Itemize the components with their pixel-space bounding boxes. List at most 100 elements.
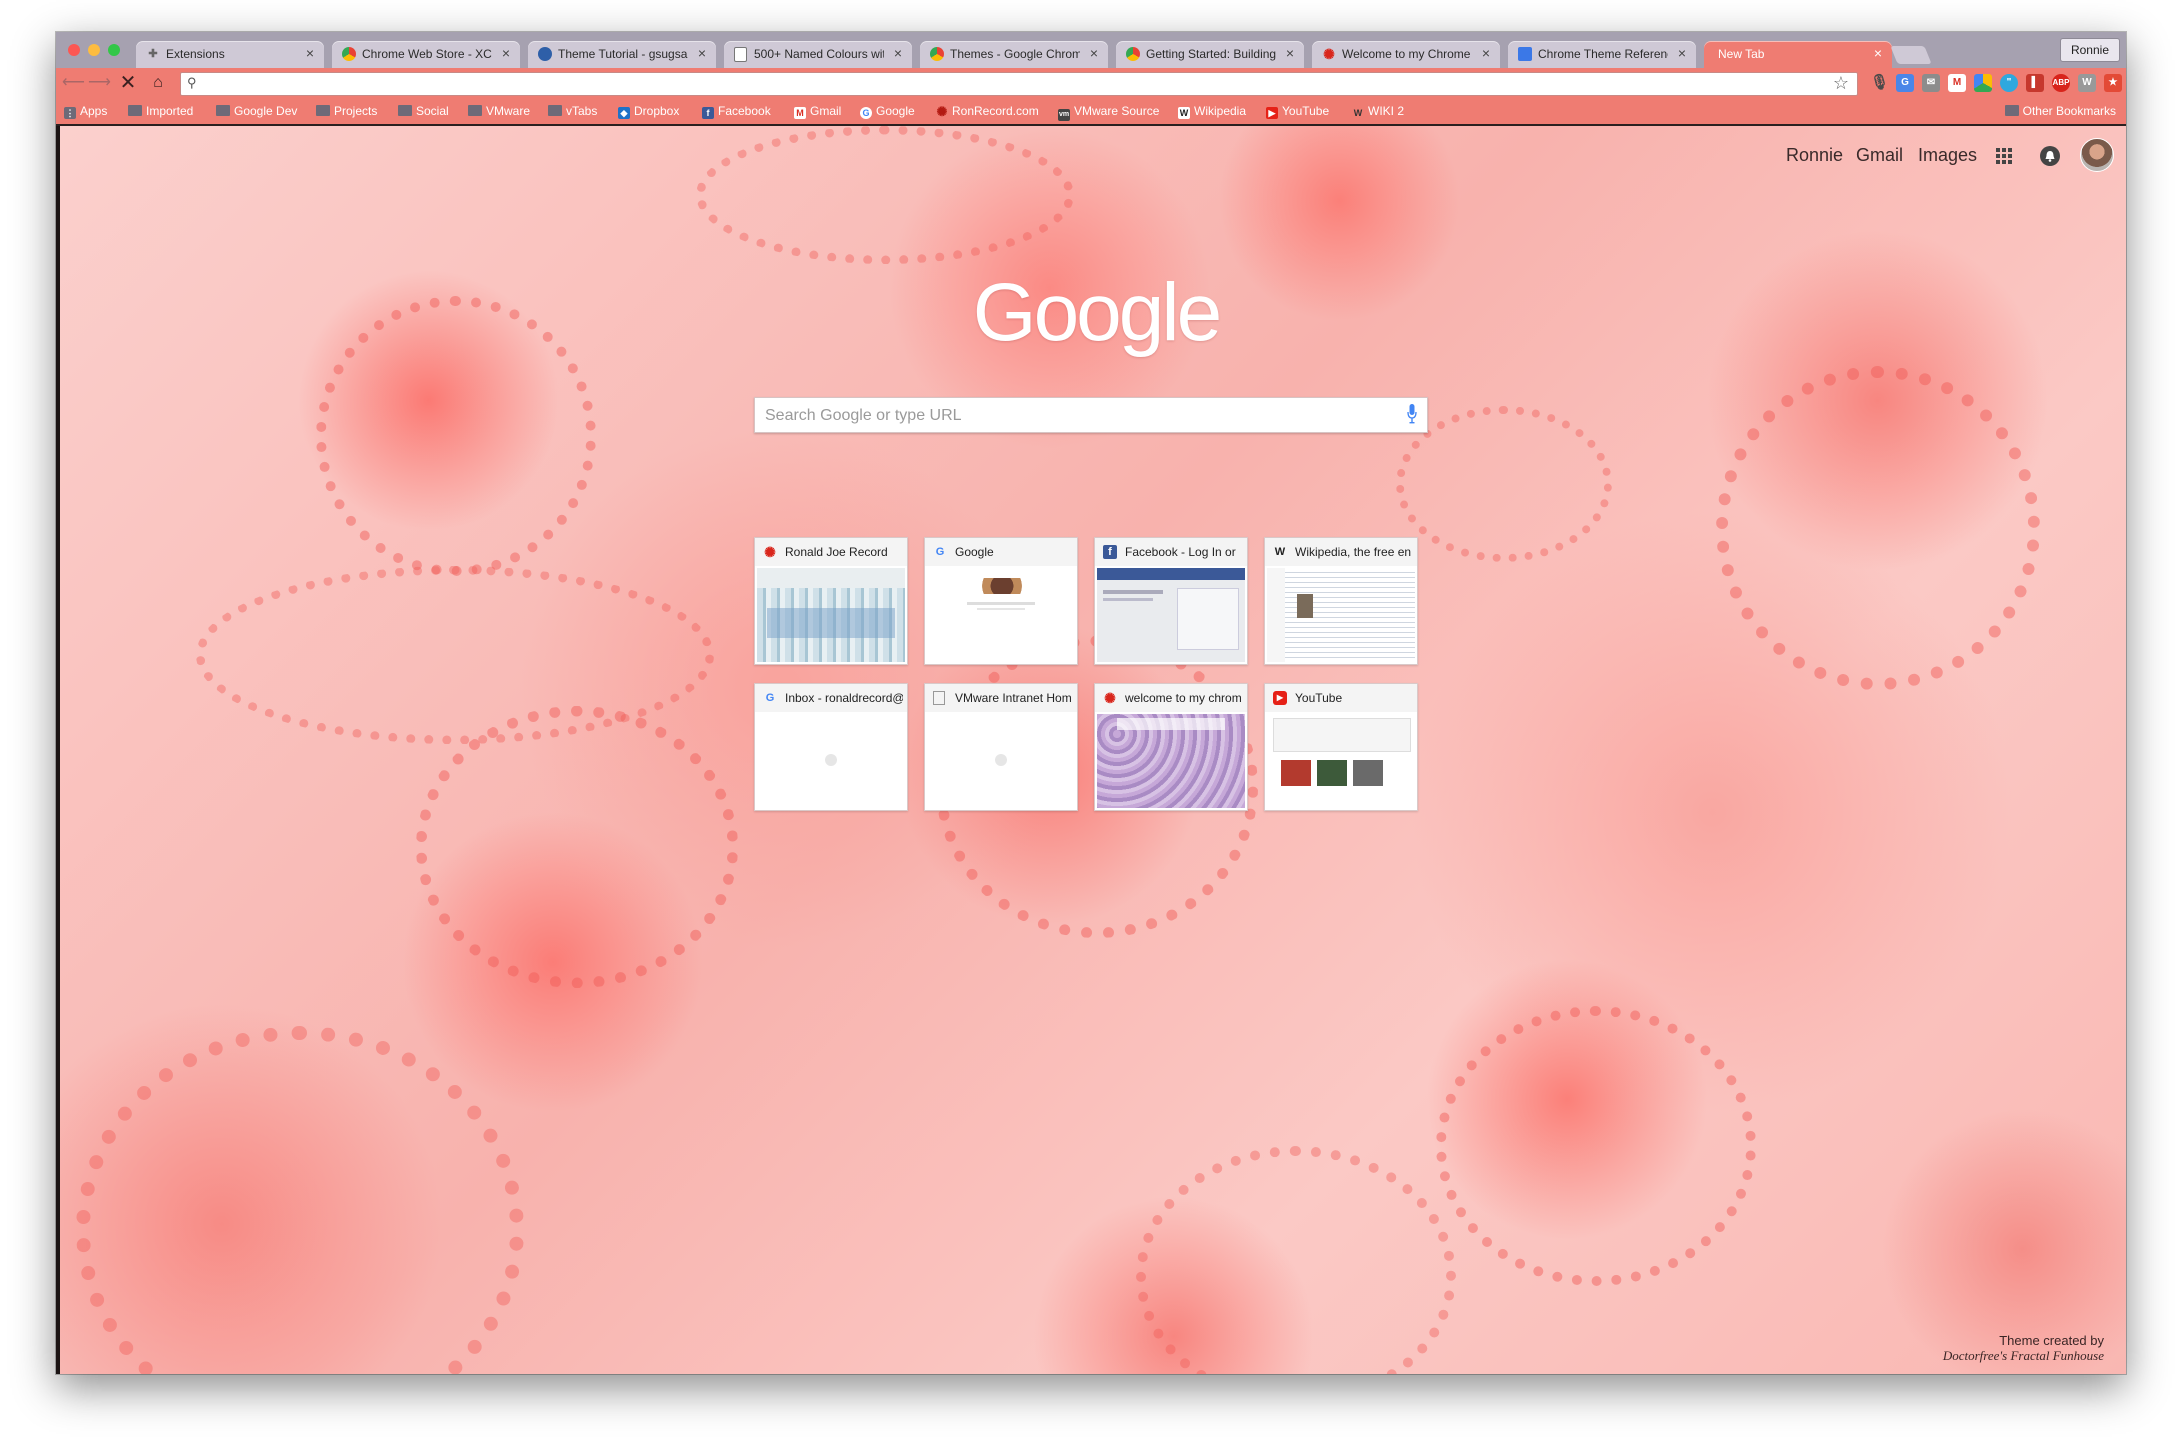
bookmark-google[interactable]: G Google: [860, 103, 915, 119]
bookmark-facebook[interactable]: f Facebook: [702, 103, 771, 119]
bookmark-label: Wikipedia: [1194, 104, 1247, 118]
bookmark-dropbox[interactable]: ◆ Dropbox: [618, 103, 679, 119]
profile-name-link[interactable]: Ronnie: [1786, 145, 1843, 166]
bookmark-label: Other Bookmarks: [2022, 104, 2116, 118]
tab-chrome-web-store[interactable]: Chrome Web Store - XChrome ×: [332, 41, 520, 68]
close-icon[interactable]: ×: [1678, 45, 1686, 61]
lastpass-icon[interactable]: ★: [2104, 74, 2122, 92]
most-visited-tile[interactable]: f Facebook - Log In or: [1094, 537, 1248, 665]
hangouts-icon[interactable]: ": [2000, 74, 2018, 92]
tab-themes-google-chrome[interactable]: Themes - Google Chrome ×: [920, 41, 1108, 68]
most-visited-tile[interactable]: ✺ Ronald Joe Record: [754, 537, 908, 665]
tab-title: 500+ Named Colours with: [754, 47, 884, 61]
most-visited-tile[interactable]: G Inbox - ronaldrecord@: [754, 683, 908, 811]
mic-icon[interactable]: [1407, 404, 1417, 424]
tab-theme-tutorial[interactable]: Theme Tutorial - gsugsa ×: [528, 41, 716, 68]
bookmark-star-icon[interactable]: ☆: [1833, 73, 1849, 94]
bookmark-wiki2[interactable]: W WIKI 2: [1352, 103, 1404, 119]
tab-chrome-theme-reference[interactable]: Chrome Theme Reference ×: [1508, 41, 1696, 68]
bookmark-youtube[interactable]: ▶ YouTube: [1266, 103, 1329, 119]
close-icon[interactable]: ×: [1482, 45, 1490, 61]
mail-icon[interactable]: ✉: [1922, 74, 1940, 92]
bookmark-red-icon[interactable]: ▌: [2026, 74, 2044, 92]
close-window-button[interactable]: [68, 44, 80, 56]
bookmark-vmware[interactable]: VMware: [468, 103, 530, 119]
tab-welcome-chrome-theme[interactable]: ✺ Welcome to my Chrome the ×: [1312, 41, 1500, 68]
images-link[interactable]: Images: [1918, 145, 1977, 166]
search-input[interactable]: [763, 398, 1367, 434]
avatar[interactable]: [2080, 138, 2114, 172]
tab-new-tab[interactable]: New Tab ×: [1704, 41, 1892, 68]
tile-thumbnail: [1097, 714, 1245, 808]
close-icon[interactable]: ×: [1874, 45, 1882, 61]
bookmark-social[interactable]: Social: [398, 103, 449, 119]
bookmark-projects[interactable]: Projects: [316, 103, 377, 119]
profile-button[interactable]: Ronnie: [2059, 38, 2120, 62]
apps-grid-icon: ⋮: [64, 107, 76, 119]
gear-red-icon: ✺: [1104, 690, 1116, 706]
close-icon[interactable]: ×: [306, 45, 314, 61]
adblock-icon[interactable]: ABP: [2052, 74, 2070, 92]
forward-icon[interactable]: ⟶: [88, 73, 111, 93]
zoom-window-button[interactable]: [108, 44, 120, 56]
most-visited-tile[interactable]: VMware Intranet Hom: [924, 683, 1078, 811]
tab-getting-started[interactable]: Getting Started: Building a ×: [1116, 41, 1304, 68]
drive-icon[interactable]: [1974, 74, 1992, 92]
facebook-icon: f: [1103, 545, 1117, 559]
page-icon: [734, 47, 747, 62]
bookmark-wikipedia[interactable]: W Wikipedia: [1178, 103, 1246, 119]
tab-title: Chrome Theme Reference: [1538, 47, 1668, 61]
most-visited-tile[interactable]: ✺ welcome to my chrom: [1094, 683, 1248, 811]
tile-title: YouTube: [1295, 691, 1343, 705]
close-icon[interactable]: ×: [1090, 45, 1098, 61]
doc-blue-icon: [1518, 47, 1532, 61]
gmail-link[interactable]: Gmail: [1856, 145, 1903, 166]
notifications-bell-icon[interactable]: [2040, 146, 2060, 166]
youtube-icon: ▶: [1266, 107, 1278, 119]
tab-title: Getting Started: Building a: [1146, 47, 1276, 61]
most-visited-tile[interactable]: ▶ YouTube: [1264, 683, 1418, 811]
vmware-icon: vm: [1058, 109, 1070, 121]
bookmark-label: Imported: [146, 104, 194, 118]
close-icon[interactable]: ×: [502, 45, 510, 61]
bookmark-gmail[interactable]: M Gmail: [794, 103, 841, 119]
google-icon: G: [935, 546, 945, 558]
search-box[interactable]: [754, 397, 1428, 434]
most-visited-tile[interactable]: G Google: [924, 537, 1078, 665]
tab-named-colours[interactable]: 500+ Named Colours with ×: [724, 41, 912, 68]
gear-red-icon: ✺: [764, 544, 776, 560]
bookmark-ronrecord[interactable]: ✺ RonRecord.com: [936, 103, 1039, 119]
bookmark-vmware-source[interactable]: vm VMware Source: [1058, 103, 1159, 121]
close-icon[interactable]: ×: [894, 45, 902, 61]
new-tab-button[interactable]: [1890, 46, 1932, 64]
stop-icon[interactable]: ✕: [118, 73, 138, 93]
tile-thumbnail: [927, 568, 1075, 662]
bookmark-label: vTabs: [566, 104, 598, 118]
back-icon[interactable]: ⟵: [62, 73, 85, 93]
bookmark-imported[interactable]: Imported: [128, 103, 193, 119]
wikipedia-icon[interactable]: W: [2078, 74, 2096, 92]
close-icon[interactable]: ×: [698, 45, 706, 61]
folder-icon: [216, 105, 230, 116]
close-icon[interactable]: ×: [1286, 45, 1294, 61]
tab-extensions[interactable]: ✚ Extensions ×: [136, 41, 324, 68]
bookmark-apps[interactable]: ⋮ Apps: [64, 103, 107, 119]
minimize-window-button[interactable]: [88, 44, 100, 56]
dropbox-icon: ◆: [618, 107, 630, 119]
chrome-icon: [930, 47, 944, 61]
mic-icon[interactable]: 🎙: [1870, 74, 1889, 92]
bookmark-other[interactable]: Other Bookmarks: [2004, 103, 2116, 119]
home-icon[interactable]: ⌂: [148, 73, 168, 93]
omnibox[interactable]: ⚲ ☆: [180, 72, 1858, 96]
tile-thumbnail: [1267, 568, 1415, 662]
apps-grid-icon[interactable]: [1996, 148, 2012, 164]
most-visited-tile[interactable]: W Wikipedia, the free en: [1264, 537, 1418, 665]
bookmark-vtabs[interactable]: vTabs: [548, 103, 597, 119]
translate-icon[interactable]: G: [1896, 74, 1914, 92]
bookmark-label: VMware: [486, 104, 531, 118]
bookmark-label: WIKI 2: [1368, 104, 1405, 118]
bookmark-label: Projects: [334, 104, 378, 118]
tile-thumbnail: [927, 714, 1075, 808]
bookmark-google-dev[interactable]: Google Dev: [216, 103, 297, 119]
gmail-icon[interactable]: M: [1948, 74, 1966, 92]
